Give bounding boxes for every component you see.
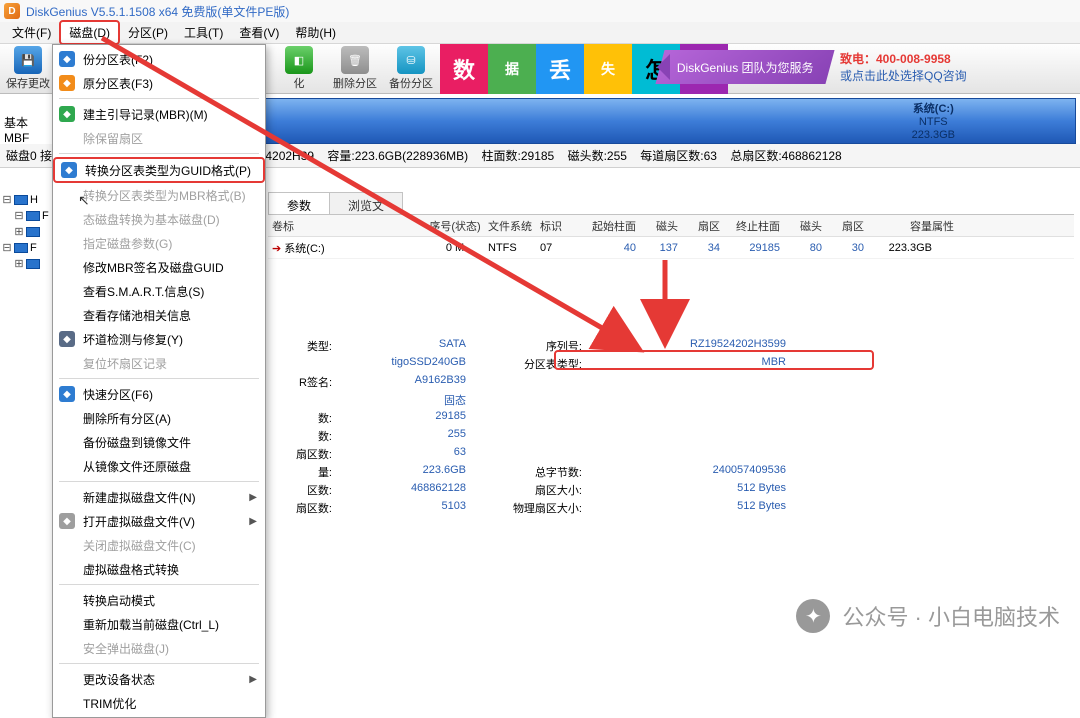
menu-item-quick-part[interactable]: ◆快速分区(F6) xyxy=(53,382,265,406)
menu-item-close-vdisk: 关闭虚拟磁盘文件(C) xyxy=(53,533,265,557)
window-title: DiskGenius V5.5.1.1508 x64 免费版(单文件PE版) xyxy=(26,3,289,20)
menu-item-device-state[interactable]: 更改设备状态▶ xyxy=(53,667,265,691)
menu-help[interactable]: 帮助(H) xyxy=(287,22,344,43)
strip-left-label: 基本 MBF xyxy=(4,116,29,146)
menu-icon: ◆ xyxy=(59,513,75,529)
menu-disk[interactable]: 磁盘(D) xyxy=(59,20,120,45)
hdd-icon xyxy=(26,211,40,221)
menu-item-rebuild-mbr[interactable]: ◆建主引导记录(MBR)(M) xyxy=(53,102,265,126)
hdd-icon xyxy=(26,259,40,269)
submenu-arrow-icon: ▶ xyxy=(249,516,257,527)
wechat-icon: ✦ xyxy=(796,599,830,633)
menu-icon: ◆ xyxy=(59,331,75,347)
menu-item-new-vdisk[interactable]: 新建虚拟磁盘文件(N)▶ xyxy=(53,485,265,509)
disk-menu-dropdown: ◆份分区表(F2)◆原分区表(F3)◆建主引导记录(MBR)(M)除保留扇区◆转… xyxy=(52,44,266,718)
menu-item-clear-reserved: 除保留扇区 xyxy=(53,126,265,150)
menu-item-restore-ptable[interactable]: ◆原分区表(F3) xyxy=(53,71,265,95)
menu-item-open-vdisk[interactable]: ◆打开虚拟磁盘文件(V)▶ xyxy=(53,509,265,533)
menu-item-reset-bad: 复位坏扇区记录 xyxy=(53,351,265,375)
menu-item-set-disk-params: 指定磁盘参数(G) xyxy=(53,231,265,255)
tool-backup-part[interactable]: ⛁ 备份分区 xyxy=(383,44,439,93)
submenu-arrow-icon: ▶ xyxy=(249,492,257,503)
menu-item-view-smart[interactable]: 查看S.M.A.R.T.信息(S) xyxy=(53,279,265,303)
menu-item-dyn-to-basic: 态磁盘转换为基本磁盘(D) xyxy=(53,207,265,231)
app-icon: D xyxy=(4,3,20,19)
menubar: 文件(F) 磁盘(D) 分区(P) 工具(T) 查看(V) 帮助(H) xyxy=(0,22,1080,44)
table-header: 卷标 序号(状态) 文件系统 标识 起始柱面 磁头 扇区 终止柱面 磁头 扇区 … xyxy=(268,215,1074,237)
cursor-icon: ↖ xyxy=(78,192,90,209)
menu-item-delete-all[interactable]: 删除所有分区(A) xyxy=(53,406,265,430)
promo-arrow[interactable]: DiskGenius 团队为您服务 xyxy=(655,50,834,84)
delete-icon: 🗑 xyxy=(341,46,369,74)
menu-file[interactable]: 文件(F) xyxy=(4,22,59,43)
backup-icon: ⛁ xyxy=(397,46,425,74)
format-icon: ◧ xyxy=(285,46,313,74)
menu-item-convert-vdisk[interactable]: 虚拟磁盘格式转换 xyxy=(53,557,265,581)
partition-table: 卷标 序号(状态) 文件系统 标识 起始柱面 磁头 扇区 终止柱面 磁头 扇区 … xyxy=(268,214,1074,259)
submenu-arrow-icon: ▶ xyxy=(249,674,257,685)
menu-item-backup-to-image[interactable]: 备份磁盘到镜像文件 xyxy=(53,430,265,454)
table-row[interactable]: ➔ 系统(C:) 0 M NTFS 07 40 137 34 29185 80 … xyxy=(268,237,1074,259)
menu-partition[interactable]: 分区(P) xyxy=(120,22,176,43)
menu-icon: ◆ xyxy=(59,106,75,122)
hdd-icon xyxy=(14,243,28,253)
tool-save[interactable]: 💾 保存更改 xyxy=(0,44,56,93)
menu-item-convert-to-guid[interactable]: ◆转换分区表类型为GUID格式(P) xyxy=(53,157,265,183)
menu-item-edit-mbr-sig[interactable]: 修改MBR签名及磁盘GUID xyxy=(53,255,265,279)
save-icon: 💾 xyxy=(14,46,42,74)
hdd-icon xyxy=(14,195,28,205)
tool-delete-part[interactable]: 🗑 删除分区 xyxy=(327,44,383,93)
highlight-box-mbr xyxy=(554,350,874,370)
menu-icon: ◆ xyxy=(61,162,77,178)
menu-item-reload-disk[interactable]: 重新加载当前磁盘(Ctrl_L) xyxy=(53,612,265,636)
menu-view[interactable]: 查看(V) xyxy=(231,22,287,43)
menu-tools[interactable]: 工具(T) xyxy=(176,22,231,43)
tool-format[interactable]: ◧ 化 xyxy=(271,44,327,93)
titlebar: D DiskGenius V5.5.1.1508 x64 免费版(单文件PE版) xyxy=(0,0,1080,22)
disk-tree[interactable]: ⊟H ⊟F ⊞ ⊟F ⊞ xyxy=(0,186,60,606)
hdd-icon xyxy=(26,227,40,237)
menu-item-storage-pool[interactable]: 查看存储池相关信息 xyxy=(53,303,265,327)
watermark: ✦ 公众号 · 小白电脑技术 xyxy=(796,599,1060,633)
menu-item-restore-from-image[interactable]: 从镜像文件还原磁盘 xyxy=(53,454,265,478)
menu-item-trim[interactable]: TRIM优化 xyxy=(53,691,265,715)
menu-icon: ◆ xyxy=(59,51,75,67)
promo-text[interactable]: 致电：400-008-9958 或点击此处选择QQ咨询 xyxy=(840,50,967,84)
menu-item-eject-disk: 安全弹出磁盘(J) xyxy=(53,636,265,660)
menu-icon: ◆ xyxy=(59,386,75,402)
menu-item-bad-sector[interactable]: ◆坏道检测与修复(Y) xyxy=(53,327,265,351)
menu-icon: ◆ xyxy=(59,75,75,91)
menu-item-backup-ptable[interactable]: ◆份分区表(F2) xyxy=(53,47,265,71)
partition-label: 系统(C:) NTFS 223.3GB xyxy=(912,103,955,142)
menu-item-convert-boot[interactable]: 转换启动模式 xyxy=(53,588,265,612)
